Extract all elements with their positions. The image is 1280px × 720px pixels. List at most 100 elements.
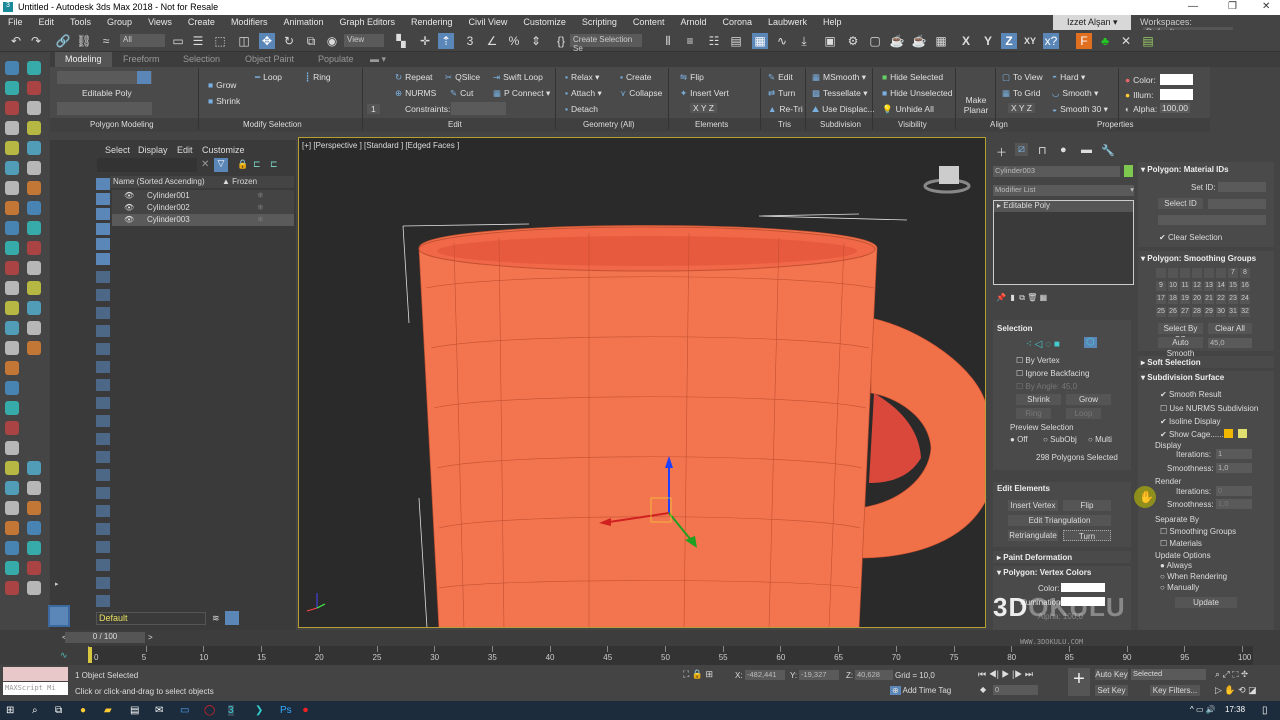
maxscript-mini-listener[interactable]: MAXScript Mi [3,682,68,695]
y-coordinate[interactable]: -19,327 [799,670,839,680]
pivot-icon[interactable]: ▚ [393,33,409,49]
create-tab-icon[interactable]: ＋ [996,144,1007,160]
grow-button[interactable]: Grow [1066,394,1111,405]
set-id-spinner[interactable] [1218,182,1266,192]
list-icon[interactable]: ▤ [1140,33,1156,49]
close-button[interactable]: ✕ [1262,1,1270,12]
auto-key-button[interactable]: Auto Key [1095,669,1128,680]
smoothing-group-button[interactable]: 28 [1192,307,1202,317]
turn-button[interactable]: ⇄ Turn [768,88,795,99]
flip-button[interactable]: ⇋ Flip [680,72,704,83]
time-slider[interactable]: 0 / 100 [65,632,145,643]
ribbon-panel-label[interactable]: Align [990,120,1008,129]
separate-materials-checkbox[interactable]: ☐ Materials [1160,539,1202,548]
command-shortcut-icon[interactable] [27,301,41,315]
smoothing-group-button[interactable]: 18 [1168,294,1178,304]
layer-stack-icon[interactable]: ≋ [212,613,220,624]
angle-snap-icon[interactable]: ∠ [484,33,500,49]
smoothing-group-button[interactable]: 24 [1240,294,1250,304]
tab-selection[interactable]: Selection [183,54,220,64]
smoothing-group-button[interactable]: 20 [1192,294,1202,304]
maxscript-listener-pink[interactable] [3,667,68,681]
key-mode-icon[interactable]: ◆ [980,685,986,694]
nurms-button[interactable]: ⊕ NURMS [395,88,436,99]
smoothing-group-button[interactable]: 11 [1180,281,1190,291]
command-shortcut-icon[interactable] [5,461,19,475]
soft-selection-title[interactable]: ▸ Soft Selection [1141,358,1201,367]
mail-icon[interactable]: ✉ [155,705,163,716]
key-mode-dropdown[interactable]: Selected [1131,669,1206,680]
menu-views[interactable]: Views [140,15,180,30]
modifier-stack-buttons[interactable] [57,102,152,115]
ribbon-panel-label[interactable]: Modify Selection [243,120,302,129]
command-shortcut-icon[interactable] [5,261,19,275]
command-shortcut-icon[interactable] [27,201,41,215]
smooth-button[interactable]: ◡ Smooth ▾ [1052,88,1098,99]
ribbon-options-icon[interactable]: ▬ ▾ [370,54,386,65]
retriangulate-button[interactable]: Retriangulate [1008,530,1058,541]
layer-dropdown[interactable]: Default [96,612,206,625]
explorer-menu-customize[interactable]: Customize [202,145,245,155]
shrink-button[interactable]: Shrink [1016,394,1061,405]
tab-modeling[interactable]: Modeling [55,52,112,67]
modifier-list-dropdown[interactable]: Modifier List ▾ [993,185,1134,196]
command-shortcut-icon[interactable] [27,81,41,95]
render-iterations-spinner[interactable]: 0 [1216,486,1252,496]
render-smoothness-spinner[interactable]: 1,0 [1216,499,1252,509]
x-coordinate[interactable]: -482,441 [745,670,785,680]
command-shortcut-icon[interactable] [5,141,19,155]
redo-icon[interactable]: ↷ [28,33,44,49]
column-header-name[interactable]: Name (Sorted Ascending) [113,177,205,186]
select-id-spinner[interactable] [1208,199,1266,209]
column-header-frozen[interactable]: ▲ Frozen [222,177,257,186]
use-displacement-button[interactable]: ⛰ Use Displac... [812,104,875,115]
file-explorer-icon[interactable]: ▰ [104,705,112,716]
command-shortcut-icon[interactable] [27,101,41,115]
smoothing-group-button[interactable]: 16 [1240,281,1250,291]
frozen-snowflake-icon[interactable]: ❄ [257,191,264,200]
layer-explorer-icon[interactable]: ▤ [728,33,744,49]
loop-button[interactable]: ━ Loop [255,72,282,83]
ribbon-panel-label[interactable]: Edit [448,120,462,129]
show-cage-checkbox[interactable]: ✔ Show Cage...... [1160,430,1224,439]
frozen-snowflake-icon[interactable]: ❄ [257,215,264,224]
command-shortcut-icon[interactable] [5,381,19,395]
selection-filter-dropdown[interactable]: All [120,34,165,47]
time-slider-marker[interactable] [88,647,92,663]
re-tri-button[interactable]: ▲ Re-Tri [768,104,803,114]
tab-object-paint[interactable]: Object Paint [245,54,294,64]
display-tab-icon[interactable]: ▬ [1081,144,1092,156]
ribbon-panel-label[interactable]: Properties [1097,120,1133,129]
material-ids-title[interactable]: ▾ Polygon: Material IDs [1141,165,1229,174]
command-shortcut-icon[interactable] [5,501,19,515]
select-by-name-icon[interactable]: ☰ [190,33,206,49]
tray-icons[interactable]: ^ ▭ 🔊 [1190,705,1216,714]
update-button[interactable]: Update [1175,597,1237,608]
to-grid-button[interactable]: ▦ To Grid [1002,88,1040,99]
opera-icon[interactable]: ◯ [204,705,215,716]
axis-x-button[interactable]: X [958,33,974,49]
next-frame-button[interactable]: > [148,633,153,642]
display-iterations-spinner[interactable]: 1 [1216,449,1252,459]
menu-help[interactable]: Help [815,15,850,30]
store-icon[interactable]: ▤ [130,705,139,716]
smoothing-group-button[interactable]: 31 [1228,307,1238,317]
menu-rendering[interactable]: Rendering [403,15,461,30]
edit-tri-button[interactable]: ✎ Edit [768,72,793,83]
hide-selected-button[interactable]: ■ Hide Selected [882,72,943,82]
make-planar-button[interactable]: Make Planar [963,95,989,115]
msmooth-button[interactable]: ▦ MSmooth ▾ [812,72,866,83]
vc-color-swatch[interactable] [1061,583,1105,592]
command-shortcut-icon[interactable] [27,561,41,575]
collapse-arrow-icon[interactable]: ▸ [55,580,59,588]
command-shortcut-icon[interactable] [5,361,19,375]
smoothing-group-button[interactable] [1180,268,1190,278]
smoothing-group-button[interactable]: 19 [1180,294,1190,304]
table-row[interactable]: 👁 Cylinder003 ❄ [112,214,294,226]
command-shortcut-icon[interactable] [27,521,41,535]
recorder-icon[interactable]: ⏺ [303,705,308,716]
object-color-swatch[interactable] [1124,165,1133,177]
paint-deformation-title[interactable]: ▸ Paint Deformation [997,553,1072,562]
render-grid-icon[interactable]: ▦ [933,33,949,49]
z-coordinate[interactable]: 40,628 [855,670,893,680]
